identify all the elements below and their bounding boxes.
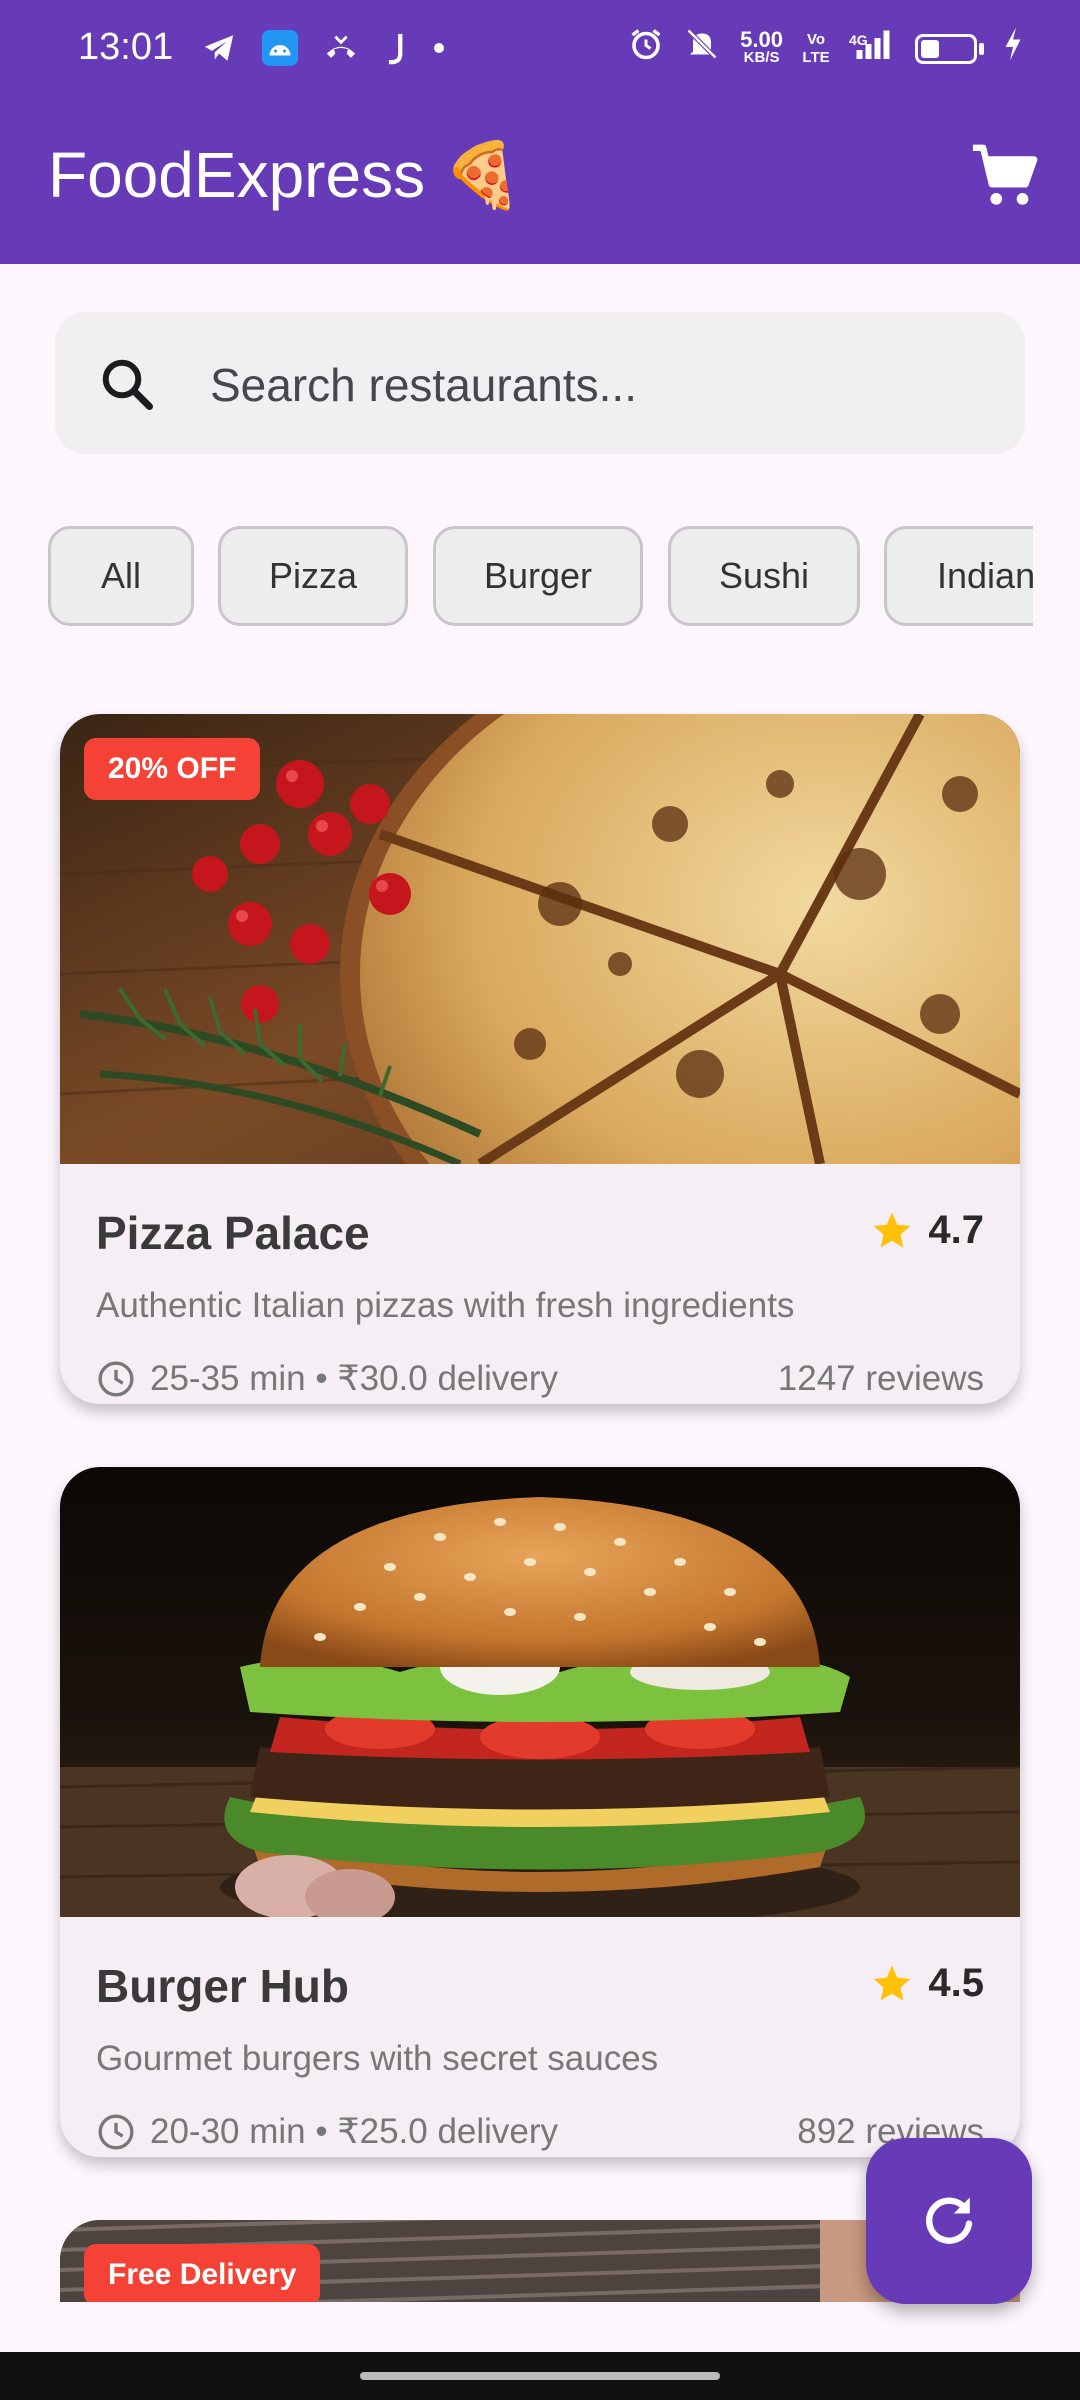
rating-value: 4.7 bbox=[928, 1208, 984, 1252]
network-speed-value: 5.00 bbox=[740, 26, 783, 52]
restaurant-description: Gourmet burgers with secret sauces bbox=[96, 2039, 659, 2078]
network-type-label: 4G bbox=[849, 32, 868, 48]
refresh-icon bbox=[926, 2197, 973, 2244]
chip-burger[interactable]: Burger bbox=[433, 526, 643, 626]
star-icon bbox=[874, 1965, 911, 2000]
system-nav-bar bbox=[0, 2352, 1080, 2400]
discount-badge: 20% OFF bbox=[84, 738, 261, 800]
clock-icon bbox=[98, 1361, 134, 1397]
signal-icon: 4G bbox=[849, 26, 897, 71]
status-time: 13:01 bbox=[78, 26, 174, 68]
dot-icon bbox=[432, 31, 446, 74]
volte-label: Vo LTE bbox=[802, 30, 830, 66]
refresh-button[interactable] bbox=[866, 2138, 1032, 2304]
restaurant-name: Pizza Palace bbox=[96, 1207, 370, 1259]
search-icon bbox=[102, 359, 153, 410]
restaurant-description: Authentic Italian pizzas with fresh ingr… bbox=[96, 1286, 795, 1325]
pizza-emoji: 🍕 bbox=[442, 139, 523, 211]
network-speed: 5.00 KB/S bbox=[740, 26, 783, 67]
delivery-info: 20-30 min • ₹25.0 delivery bbox=[96, 2112, 558, 2152]
restaurant-image bbox=[60, 1467, 1020, 1917]
chip-sushi[interactable]: Sushi bbox=[668, 526, 860, 626]
app-title-text: FoodExpress bbox=[48, 139, 426, 211]
star-icon bbox=[874, 1212, 911, 1247]
home-gesture-handle[interactable] bbox=[360, 2372, 720, 2380]
app-bar: FoodExpress 🍕 bbox=[0, 96, 1080, 264]
delivery-text: 25-35 min • ₹30.0 delivery bbox=[150, 1359, 559, 1398]
battery-icon bbox=[915, 33, 984, 64]
chip-indian[interactable]: Indian bbox=[884, 526, 1033, 626]
category-chips: All Pizza Burger Sushi Indian bbox=[48, 526, 1033, 632]
rating-value: 4.5 bbox=[928, 1961, 984, 2005]
restaurant-rating: 4.7 bbox=[870, 1208, 984, 1253]
restaurant-card[interactable]: Burger Hub 4.5 Gourmet burgers with secr… bbox=[60, 1467, 1020, 2157]
search-input[interactable]: Search restaurants... bbox=[210, 358, 637, 412]
delivery-text: 20-30 min • ₹25.0 delivery bbox=[150, 2112, 559, 2151]
network-speed-unit: KB/S bbox=[743, 48, 780, 66]
status-icons-left bbox=[200, 30, 446, 75]
telegram-icon bbox=[200, 31, 238, 74]
app-title: FoodExpress 🍕 bbox=[48, 138, 523, 213]
missed-call-icon bbox=[322, 31, 360, 74]
clock-icon bbox=[98, 2114, 134, 2150]
restaurant-name: Burger Hub bbox=[96, 1960, 349, 2012]
restaurant-card[interactable]: 20% OFF Pizza Palace 4.7 Authentic Itali… bbox=[60, 714, 1020, 1404]
search-bar[interactable]: Search restaurants... bbox=[55, 312, 1025, 454]
j-app-icon bbox=[384, 31, 408, 74]
chip-all[interactable]: All bbox=[48, 526, 194, 626]
status-icons-right: 5.00 KB/S Vo LTE 4G bbox=[628, 26, 1024, 71]
restaurant-rating: 4.5 bbox=[870, 1961, 984, 2006]
mute-icon bbox=[682, 26, 722, 71]
status-bar: 13:01 5.00 KB/S Vo LTE 4G bbox=[0, 0, 1080, 96]
delivery-info: 25-35 min • ₹30.0 delivery bbox=[96, 1359, 558, 1399]
chip-pizza[interactable]: Pizza bbox=[218, 526, 408, 626]
cart-icon bbox=[972, 144, 1038, 205]
free-delivery-badge: Free Delivery bbox=[84, 2244, 321, 2302]
cart-button[interactable] bbox=[970, 142, 1040, 212]
review-count: 1247 reviews bbox=[777, 1359, 984, 1398]
alarm-icon bbox=[628, 26, 664, 71]
charging-icon bbox=[1002, 26, 1024, 71]
android-icon bbox=[262, 30, 298, 75]
